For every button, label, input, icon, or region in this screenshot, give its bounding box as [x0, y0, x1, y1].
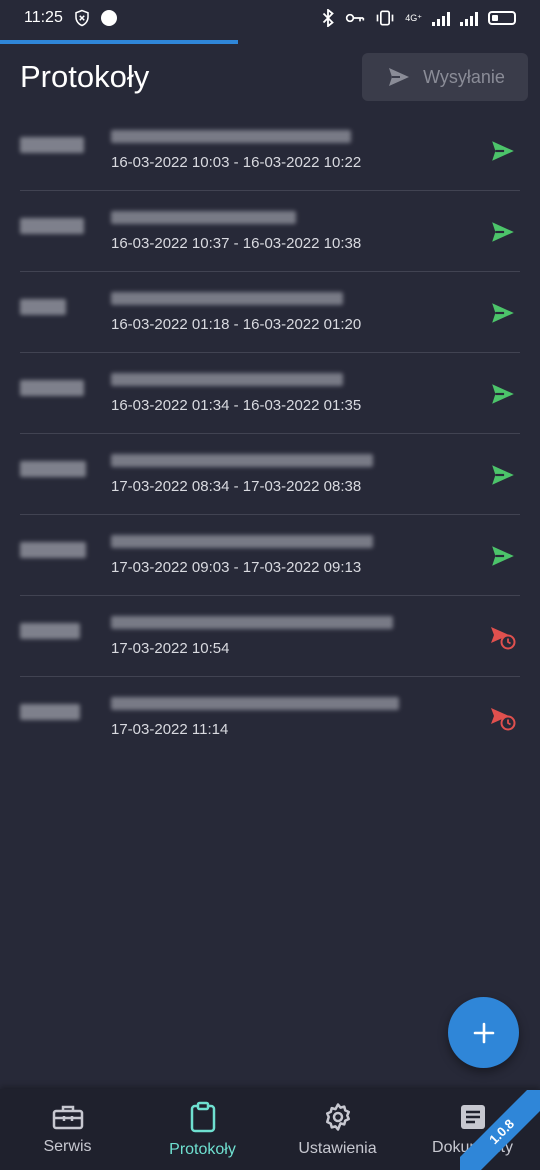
nav-protokoly[interactable]: Protokoły [135, 1089, 270, 1170]
signal-icon [432, 10, 450, 26]
redacted-address [111, 292, 343, 305]
pending-send-icon [491, 627, 516, 650]
redacted-protocol-number [20, 137, 84, 153]
nav-label: Ustawienia [298, 1139, 377, 1157]
shield-icon [75, 9, 89, 27]
signal-2-icon [460, 10, 478, 26]
bluetooth-icon [323, 9, 335, 27]
gear-icon [325, 1102, 350, 1131]
redacted-address [111, 616, 393, 629]
sent-icon [492, 303, 514, 323]
sent-icon [492, 141, 514, 161]
app-bar: Protokoły Wysyłanie [0, 44, 540, 110]
version-label: 1.0.8 [460, 1090, 540, 1170]
redacted-address [111, 697, 399, 710]
protocol-row[interactable]: 16-03-2022 01:18 - 16-03-2022 01:20 [20, 272, 520, 353]
version-ribbon: 1.0.8 [460, 1090, 540, 1170]
redacted-protocol-number [20, 542, 86, 558]
sent-icon [492, 546, 514, 566]
protocol-list: 16-03-2022 10:03 - 16-03-2022 10:22 16-0… [0, 110, 540, 758]
protocol-row[interactable]: 16-03-2022 10:37 - 16-03-2022 10:38 [20, 191, 520, 272]
protocol-dates: 17-03-2022 11:14 [111, 721, 229, 738]
vibrate-icon [376, 10, 394, 26]
pending-send-icon [491, 708, 516, 731]
send-button-label: Wysyłanie [423, 66, 505, 87]
page-title: Protokoły [20, 59, 150, 94]
protocol-dates: 16-03-2022 10:37 - 16-03-2022 10:38 [111, 235, 362, 252]
bottom-navigation: Serwis Protokoły Ustawienia Dokumenty 1.… [0, 1089, 540, 1170]
redacted-address [111, 373, 343, 386]
status-bar: 11:25 4G⁺ [0, 0, 540, 36]
notification-dot-icon [100, 10, 117, 26]
redacted-protocol-number [20, 299, 66, 315]
redacted-address [111, 454, 373, 467]
add-protocol-button[interactable] [448, 997, 519, 1068]
protocol-dates: 17-03-2022 09:03 - 17-03-2022 09:13 [111, 559, 362, 576]
protocol-row[interactable]: 16-03-2022 01:34 - 16-03-2022 01:35 [20, 353, 520, 434]
plus-icon [473, 1022, 494, 1043]
send-button[interactable]: Wysyłanie [362, 53, 528, 101]
protocol-dates: 17-03-2022 08:34 - 17-03-2022 08:38 [111, 478, 362, 495]
key-icon [346, 13, 365, 23]
redacted-protocol-number [20, 380, 84, 396]
protocol-row[interactable]: 17-03-2022 09:03 - 17-03-2022 09:13 [20, 515, 520, 596]
toolbox-icon [52, 1105, 83, 1129]
protocol-row[interactable]: 17-03-2022 08:34 - 17-03-2022 08:38 [20, 434, 520, 515]
sent-icon [492, 222, 514, 242]
sent-icon [492, 384, 514, 404]
redacted-address [111, 211, 296, 224]
send-icon [389, 68, 410, 86]
protocol-row[interactable]: 17-03-2022 10:54 [20, 596, 520, 677]
redacted-protocol-number [20, 623, 80, 639]
redacted-protocol-number [20, 704, 80, 720]
nav-label: Serwis [43, 1137, 92, 1155]
nav-label: Protokoły [169, 1140, 236, 1158]
protocol-dates: 17-03-2022 10:54 [111, 640, 230, 657]
redacted-protocol-number [20, 218, 84, 234]
clipboard-icon [190, 1101, 215, 1132]
protocol-dates: 16-03-2022 10:03 - 16-03-2022 10:22 [111, 154, 362, 171]
protocol-dates: 16-03-2022 01:34 - 16-03-2022 01:35 [111, 397, 362, 414]
redacted-protocol-number [20, 461, 86, 477]
protocol-row[interactable]: 16-03-2022 10:03 - 16-03-2022 10:22 [20, 110, 520, 191]
protocol-row[interactable]: 17-03-2022 11:14 [20, 677, 520, 758]
network-type: 4G⁺ [405, 12, 422, 23]
redacted-address [111, 130, 351, 143]
clock: 11:25 [24, 9, 63, 26]
protocol-dates: 16-03-2022 01:18 - 16-03-2022 01:20 [111, 316, 362, 333]
sent-icon [492, 465, 514, 485]
nav-serwis[interactable]: Serwis [0, 1089, 135, 1170]
redacted-address [111, 535, 373, 548]
battery-icon [488, 11, 516, 25]
nav-ustawienia[interactable]: Ustawienia [270, 1089, 405, 1170]
